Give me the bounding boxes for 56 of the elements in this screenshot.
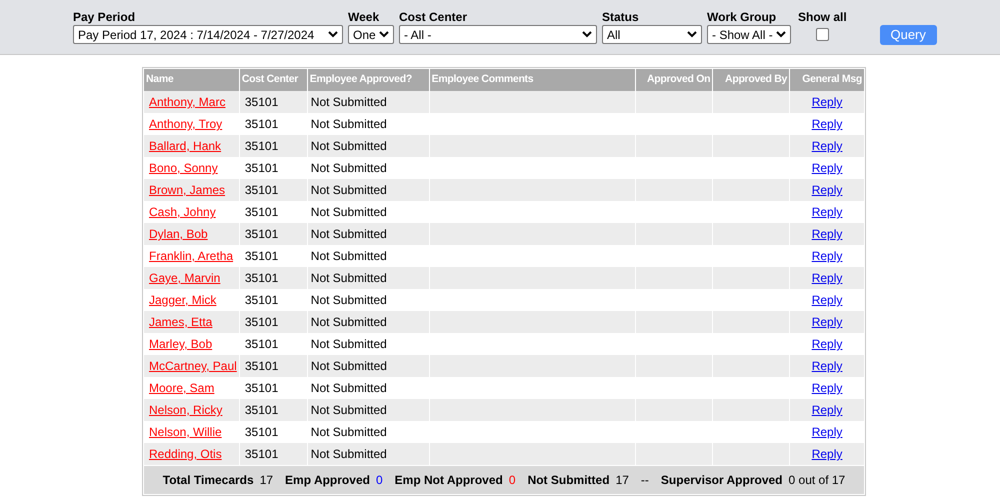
reply-link[interactable]: Reply bbox=[812, 115, 842, 133]
filter-label: Show all bbox=[798, 9, 847, 25]
caret-icon bbox=[582, 31, 592, 38]
summary-label: Supervisor Approved bbox=[660, 472, 783, 489]
filter-label: Work Group bbox=[707, 9, 778, 25]
summary-label: Emp Not Approved bbox=[394, 472, 503, 489]
dropdown[interactable]: - Show All - bbox=[707, 25, 791, 44]
summary-label: Total Timecards bbox=[162, 472, 254, 489]
caret-icon bbox=[379, 31, 389, 38]
reply-link[interactable]: Reply bbox=[812, 181, 842, 199]
dropdown[interactable]: - All - bbox=[399, 25, 597, 44]
reply-link[interactable]: Reply bbox=[812, 423, 842, 441]
filter-label: Cost Center bbox=[399, 9, 468, 25]
reply-link[interactable]: Reply bbox=[812, 137, 842, 155]
reply-link[interactable]: Reply bbox=[812, 445, 842, 463]
summary-label: Emp Approved bbox=[285, 472, 370, 489]
dropdown[interactable]: Pay Period 17, 2024 : 7/14/2024 - 7/27/2024 bbox=[73, 25, 343, 44]
filter-label: Pay Period bbox=[73, 9, 136, 25]
employee-name-link[interactable]: Bono, Sonny bbox=[149, 159, 218, 177]
reply-link[interactable]: Reply bbox=[812, 203, 842, 221]
summary-value: 17 bbox=[616, 472, 629, 489]
employee-name-link[interactable]: Anthony, Troy bbox=[149, 115, 222, 133]
employee-name-link[interactable]: Jagger, Mick bbox=[149, 291, 216, 309]
reply-link[interactable]: Reply bbox=[812, 269, 842, 287]
employee-name-link[interactable]: Franklin, Aretha bbox=[149, 247, 234, 265]
summary-label: Not Submitted bbox=[528, 472, 610, 489]
employee-name-link[interactable]: Marley, Bob bbox=[149, 335, 212, 353]
reply-link[interactable]: Reply bbox=[812, 335, 842, 353]
reply-link[interactable]: Reply bbox=[812, 313, 842, 331]
reply-link[interactable]: Reply bbox=[812, 379, 842, 397]
table-cell: 35101 bbox=[240, 443, 308, 465]
reply-link[interactable]: Reply bbox=[812, 93, 842, 111]
caret-icon bbox=[687, 31, 697, 38]
caret-icon bbox=[328, 31, 338, 38]
summary-label: -- bbox=[640, 472, 649, 489]
column-header: General Msg bbox=[801, 72, 863, 88]
employee-name-link[interactable]: Cash, Johny bbox=[149, 203, 216, 221]
reply-link[interactable]: Reply bbox=[812, 159, 842, 177]
summary-value: 17 bbox=[260, 472, 274, 489]
reply-link[interactable]: Reply bbox=[812, 225, 842, 243]
employee-name-link[interactable]: Moore, Sam bbox=[149, 379, 214, 397]
summary-value: 0 out of 17 bbox=[788, 472, 846, 489]
dropdown[interactable]: All bbox=[602, 25, 702, 44]
summary-value: 0 bbox=[508, 472, 516, 489]
table-cell: Not Submitted bbox=[308, 443, 430, 465]
reply-link[interactable]: Reply bbox=[812, 291, 842, 309]
reply-link[interactable]: Reply bbox=[812, 401, 842, 419]
summary-value: 0 bbox=[376, 472, 383, 489]
checkbox[interactable] bbox=[816, 28, 829, 41]
dropdown[interactable]: One bbox=[348, 25, 394, 44]
reply-link[interactable]: Reply bbox=[812, 247, 842, 265]
filter-label: Status bbox=[602, 9, 640, 25]
caret-icon bbox=[776, 31, 786, 38]
filter-label: Week bbox=[348, 9, 380, 25]
employee-name-link[interactable]: Nelson, Willie bbox=[149, 423, 222, 441]
reply-link[interactable]: Reply bbox=[812, 357, 842, 375]
